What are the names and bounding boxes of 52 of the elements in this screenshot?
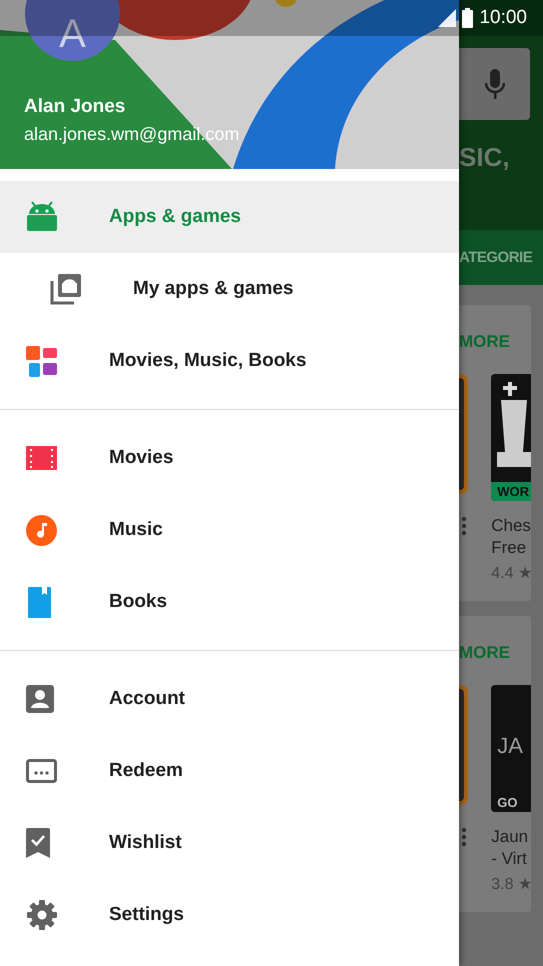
microphone-icon [484, 69, 504, 99]
menu-item-label: Redeem [109, 760, 183, 782]
colored-tiles-icon [26, 346, 57, 376]
menu-item-label: My apps & games [133, 278, 294, 300]
app-icon-text: WOR [491, 482, 531, 501]
account-icon [26, 685, 54, 713]
app-title: Free [491, 537, 528, 559]
app-library-icon [50, 273, 82, 305]
menu-item[interactable]: Movies [0, 422, 459, 494]
android-icon [26, 201, 58, 233]
app-rating: 3.8 ★ [491, 875, 531, 894]
menu-item-label: Music [109, 519, 163, 541]
account-name: Alan Jones [24, 96, 126, 118]
app-title: Ches [491, 515, 531, 537]
menu-item[interactable]: Music [0, 494, 459, 566]
menu-item-label: Books [109, 591, 168, 613]
menu-item[interactable]: Wishlist [0, 807, 459, 879]
menu-item-label: Movies, Music, Books [109, 350, 306, 372]
music-note-icon [26, 514, 57, 546]
menu-item-label: Account [109, 688, 185, 710]
app-icon[interactable]: WOR [491, 374, 531, 501]
app-icon[interactable]: JA GO [491, 685, 531, 812]
app-rating: 4.4 ★ [491, 564, 531, 583]
card-icon [26, 759, 57, 783]
menu-item[interactable]: Movies, Music, Books [0, 325, 459, 397]
menu-item[interactable]: Apps & games [0, 181, 459, 253]
app-icon-text: JA [497, 733, 523, 759]
app-icon-text: GO [496, 794, 518, 812]
menu-item[interactable]: Account [0, 663, 459, 735]
battery-icon [462, 8, 474, 28]
film-icon [26, 446, 57, 470]
menu-item[interactable]: Settings [0, 879, 459, 951]
app-title: - Virt [491, 848, 528, 870]
menu-item-label: Movies [109, 447, 174, 469]
settings-icon [26, 899, 58, 931]
avatar-letter: A [59, 14, 86, 54]
signal-icon [438, 9, 456, 27]
more-options-icon[interactable] [461, 827, 467, 847]
menu-item[interactable]: My apps & games [0, 253, 459, 325]
app-title: Jaun [491, 826, 530, 848]
menu-item-label: Wishlist [109, 832, 182, 854]
bookmark-check-icon [26, 828, 50, 858]
chess-king-icon [497, 382, 531, 467]
menu-item-label: Settings [109, 904, 184, 926]
more-options-icon[interactable] [461, 516, 467, 536]
book-icon [26, 586, 52, 618]
search-field[interactable] [459, 48, 530, 120]
menu-item[interactable]: Books [0, 566, 459, 638]
header-text: SIC, [459, 142, 511, 173]
menu-item[interactable]: Redeem [0, 735, 459, 807]
status-time: 10:00 [479, 7, 527, 29]
menu-item-label: Apps & games [109, 206, 241, 228]
